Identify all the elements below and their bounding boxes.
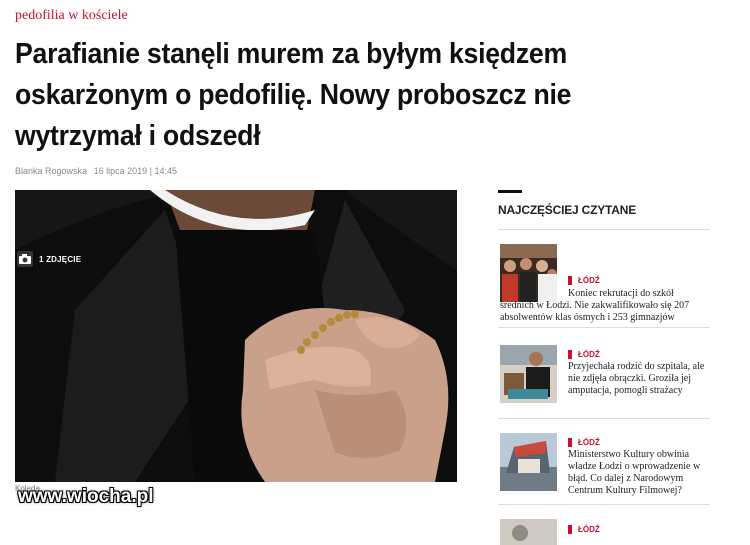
most-read-item[interactable]: ŁÓDŹ Przyjechała rodzić do szpitala, ale…	[498, 328, 710, 419]
most-read-sidebar: NAJCZĘŚCIEJ CZYTANE ŁÓDŹ Koniec rekrutac…	[485, 190, 710, 545]
sidebar-title: NAJCZĘŚCIEJ CZYTANE	[498, 203, 636, 217]
photo-count-label: 1 ZDJĘCIE	[39, 254, 82, 264]
article-title[interactable]: Ministerstwo Kultury obwinia władze Łodz…	[568, 449, 713, 497]
article-title[interactable]: Koniec rekrutacji do szkół średnich w Ło…	[500, 288, 710, 324]
article-category-tag[interactable]: ŁÓDŹ	[568, 525, 600, 534]
article-category-tag[interactable]: ŁÓDŹ	[568, 276, 600, 285]
camera-icon	[17, 251, 33, 267]
publish-date: 16 lipca 2019 | 14:45	[93, 166, 177, 176]
site-watermark: www.wiocha.pl	[18, 486, 154, 507]
most-read-item[interactable]: ŁÓDŹ Koniec rekrutacji do szkół średnich…	[498, 230, 710, 328]
article-thumbnail	[500, 519, 557, 545]
category-link[interactable]: pedofilia w kościele	[15, 8, 128, 24]
priest-hands-rosary-image	[15, 190, 457, 482]
article-category-tag[interactable]: ŁÓDŹ	[568, 350, 600, 359]
author-name[interactable]: Blanka Rogowska	[15, 166, 87, 176]
article-headline: Parafianie stanęli murem za byłym księdz…	[15, 38, 572, 152]
most-read-item[interactable]: ŁÓDŹ	[498, 505, 710, 545]
most-read-item[interactable]: ŁÓDŹ Ministerstwo Kultury obwinia władze…	[498, 419, 710, 505]
main-photo[interactable]	[15, 190, 457, 482]
article-category-tag[interactable]: ŁÓDŹ	[568, 438, 600, 447]
article-thumbnail	[500, 345, 557, 403]
photo-count-badge[interactable]: 1 ZDJĘCIE	[17, 251, 81, 267]
article-thumbnail	[500, 433, 557, 491]
byline: Blanka Rogowska 16 lipca 2019 | 14:45	[15, 166, 177, 176]
article-title[interactable]: Przyjechała rodzić do szpitala, ale nie …	[568, 361, 708, 397]
sidebar-accent-bar	[498, 190, 522, 193]
